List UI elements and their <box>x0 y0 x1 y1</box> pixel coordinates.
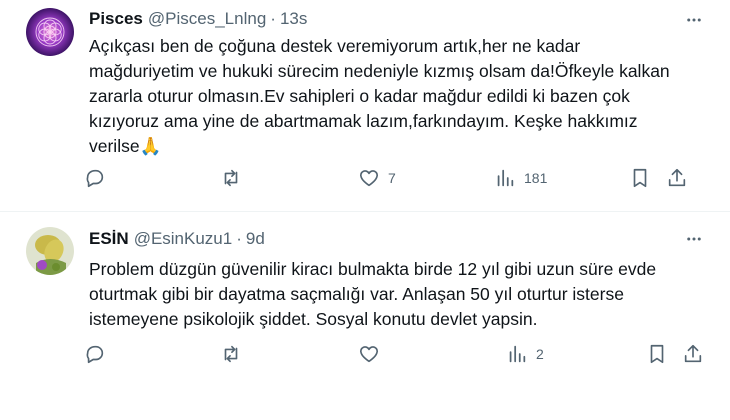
tweet[interactable]: ESİN @EsinKuzu1 · 9d Problem düzgün güve… <box>0 213 730 420</box>
display-name[interactable]: ESİN <box>89 229 129 249</box>
tweet-header: ESİN @EsinKuzu1 · 9d <box>89 228 265 250</box>
separator-dot: · <box>270 9 276 28</box>
bookmark-icon <box>650 344 664 364</box>
share-button[interactable] <box>666 167 688 189</box>
bookmark-icon <box>633 168 647 188</box>
avatar[interactable] <box>26 8 74 56</box>
views-button[interactable]: 2 <box>506 343 544 365</box>
reply-icon <box>86 345 104 364</box>
user-handle[interactable]: @Pisces_Lnlng <box>148 9 266 29</box>
like-count: 7 <box>388 170 396 186</box>
action-bar: 7 181 <box>84 167 710 191</box>
avatar[interactable] <box>26 227 74 275</box>
repost-icon <box>224 345 238 363</box>
display-name[interactable]: Pisces <box>89 9 143 29</box>
timestamp[interactable]: 9d <box>246 229 265 249</box>
view-count: 2 <box>536 346 544 362</box>
more-icon[interactable] <box>684 229 704 249</box>
views-button[interactable]: 181 <box>494 167 547 189</box>
tweet-text: Problem düzgün güvenilir kiracı bulmakta… <box>89 259 657 329</box>
share-icon <box>684 344 702 363</box>
reply-icon <box>86 169 104 188</box>
tweet-text: Açıkçası ben de çoğuna destek veremiyoru… <box>89 36 670 156</box>
views-icon <box>509 345 526 363</box>
repost-button[interactable] <box>220 343 242 365</box>
bookmark-button[interactable] <box>646 343 668 365</box>
repost-button[interactable] <box>220 167 242 189</box>
reply-button[interactable] <box>84 343 106 365</box>
reply-button[interactable] <box>84 167 106 189</box>
bookmark-button[interactable] <box>629 167 651 189</box>
like-icon <box>359 170 379 187</box>
tweet[interactable]: Pisces @Pisces_Lnlng · 13s Açıkçası ben … <box>0 0 730 210</box>
action-bar: 2 <box>84 343 710 367</box>
share-icon <box>668 168 686 187</box>
divider <box>0 211 730 212</box>
separator-dot: · <box>236 229 242 248</box>
view-count: 181 <box>524 170 548 186</box>
like-button[interactable] <box>358 343 388 365</box>
views-icon <box>497 169 514 187</box>
user-handle[interactable]: @EsinKuzu1 <box>134 229 233 249</box>
more-icon[interactable] <box>684 10 704 30</box>
repost-icon <box>224 169 238 187</box>
like-button[interactable]: 7 <box>358 167 396 189</box>
tweet-header: Pisces @Pisces_Lnlng · 13s <box>89 8 307 30</box>
timestamp[interactable]: 13s <box>280 9 307 29</box>
like-icon <box>359 346 379 363</box>
share-button[interactable] <box>682 343 704 365</box>
